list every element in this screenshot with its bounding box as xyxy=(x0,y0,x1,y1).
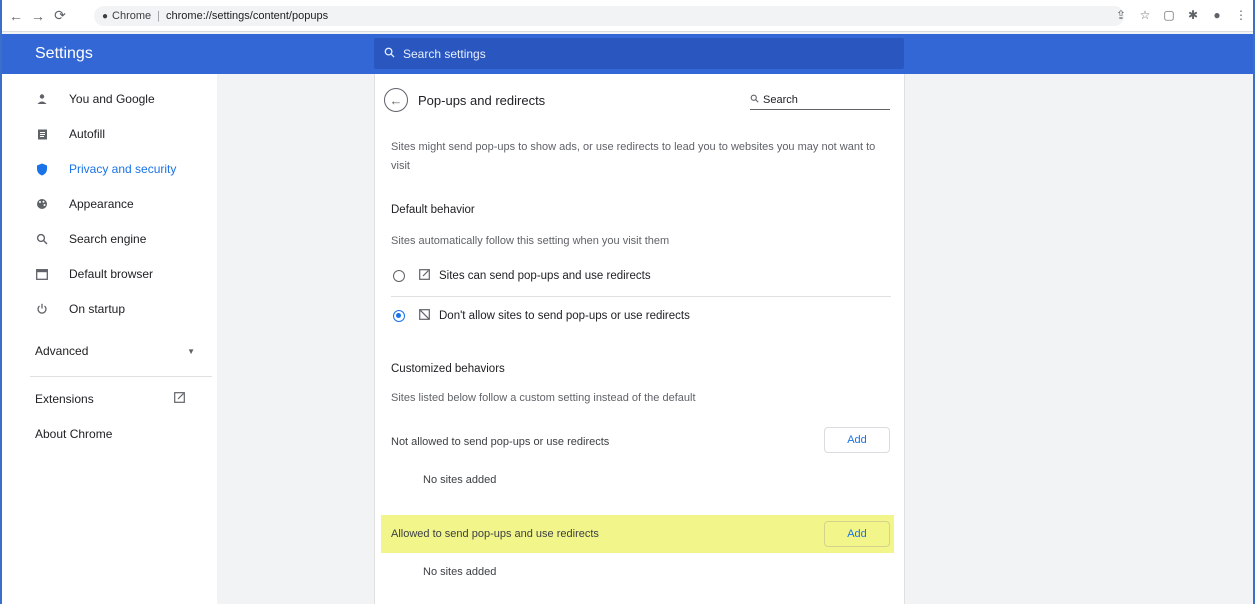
chip-separator: | xyxy=(157,10,161,22)
extensions-label: Extensions xyxy=(35,392,94,406)
allowed-label: Allowed to send pop-ups and use redirect… xyxy=(391,528,599,540)
customized-behaviors-heading: Customized behaviors xyxy=(391,363,505,375)
caret-down-icon: ▼ xyxy=(187,346,195,356)
clipboard-icon xyxy=(35,127,49,141)
settings-header: Settings Search settings xyxy=(2,34,1253,74)
reload-icon[interactable]: ⟳ xyxy=(52,7,68,24)
radio-allow-label: Sites can send pop-ups and use redirects xyxy=(439,270,651,282)
person-icon xyxy=(35,92,49,106)
extension-square-icon[interactable]: ▢ xyxy=(1163,8,1175,22)
back-button[interactable]: ← xyxy=(384,88,408,112)
browser-icon xyxy=(35,267,49,281)
radio-button-checked[interactable] xyxy=(393,310,405,322)
sidebar-item-you-and-google[interactable]: You and Google xyxy=(35,89,205,109)
sidebar-item-appearance[interactable]: Appearance xyxy=(35,194,205,214)
search-icon xyxy=(384,47,395,61)
menu-dots-icon[interactable]: ⋮ xyxy=(1235,8,1247,22)
search-icon xyxy=(750,94,759,106)
power-icon xyxy=(35,302,49,316)
radio-allow-popups[interactable]: Sites can send pop-ups and use redirects xyxy=(391,257,891,295)
puzzle-icon[interactable]: ✱ xyxy=(1187,8,1199,22)
site-chip[interactable]: ● Chrome xyxy=(102,10,151,22)
sidebar-item-default-browser[interactable]: Default browser xyxy=(35,264,205,284)
allowed-highlight: Allowed to send pop-ups and use redirect… xyxy=(381,515,894,553)
add-not-allowed-button[interactable]: Add xyxy=(824,427,890,453)
sidebar-item-label: Search engine xyxy=(69,232,147,246)
popups-settings-card: ← Pop-ups and redirects Search Sites mig… xyxy=(374,74,905,604)
address-bar[interactable]: ● Chrome | chrome://settings/content/pop… xyxy=(94,6,1124,26)
customized-behaviors-desc: Sites listed below follow a custom setti… xyxy=(391,392,696,404)
toolbar-icons: ⇪ ☆ ▢ ✱ ● ⋮ xyxy=(1115,8,1247,22)
not-allowed-label: Not allowed to send pop-ups or use redir… xyxy=(391,436,610,448)
sidebar-item-label: Privacy and security xyxy=(69,162,177,176)
browser-toolbar: ← → ⟳ ● Chrome | chrome://settings/conte… xyxy=(2,0,1253,32)
sidebar-item-label: On startup xyxy=(69,302,126,316)
search-placeholder: Search settings xyxy=(403,46,486,61)
allowed-empty-text: No sites added xyxy=(423,566,497,578)
back-arrow-icon[interactable]: ← xyxy=(8,8,24,24)
profile-icon[interactable]: ● xyxy=(1211,8,1223,22)
chrome-logo-icon: ● xyxy=(102,10,109,22)
sidebar-item-privacy-and-security[interactable]: Privacy and security xyxy=(35,159,205,179)
settings-title: Settings xyxy=(35,45,93,62)
sidebar-item-label: Autofill xyxy=(69,127,106,141)
browser-window: ← → ⟳ ● Chrome | chrome://settings/conte… xyxy=(0,0,1255,604)
sidebar-item-label: You and Google xyxy=(69,92,155,106)
about-label: About Chrome xyxy=(35,427,113,441)
radio-block-label: Don't allow sites to send pop-ups or use… xyxy=(439,310,690,322)
sidebar-item-autofill[interactable]: Autofill xyxy=(35,124,205,144)
settings-search-input[interactable]: Search settings xyxy=(374,38,904,69)
advanced-label: Advanced xyxy=(35,344,89,358)
sidebar-item-on-startup[interactable]: On startup xyxy=(35,299,205,319)
page-search-input[interactable]: Search xyxy=(750,90,890,110)
sidebar-advanced-toggle[interactable]: Advanced ▼ xyxy=(35,341,195,361)
radio-button[interactable] xyxy=(393,270,405,282)
sidebar-item-search-engine[interactable]: Search engine xyxy=(35,229,205,249)
not-allowed-empty-text: No sites added xyxy=(423,474,497,486)
url-text: chrome://settings/content/popups xyxy=(166,10,329,22)
sidebar-item-about-chrome[interactable]: About Chrome xyxy=(35,424,205,444)
intro-text: Sites might send pop-ups to show ads, or… xyxy=(391,141,876,172)
bookmark-star-icon[interactable]: ☆ xyxy=(1139,8,1151,22)
shield-icon xyxy=(35,162,49,176)
open-in-new-icon xyxy=(419,269,433,283)
share-icon[interactable]: ⇪ xyxy=(1115,8,1127,22)
open-in-new-icon xyxy=(174,392,185,406)
page-title: Pop-ups and redirects xyxy=(418,93,546,108)
sidebar-item-extensions[interactable]: Extensions xyxy=(35,389,185,409)
palette-icon xyxy=(35,197,49,211)
sidebar-divider xyxy=(30,376,212,377)
site-chip-label: Chrome xyxy=(112,10,152,22)
sidebar-item-label: Default browser xyxy=(69,267,154,281)
radio-block-popups[interactable]: Don't allow sites to send pop-ups or use… xyxy=(391,297,891,335)
default-behavior-desc: Sites automatically follow this setting … xyxy=(391,235,670,247)
search-icon xyxy=(35,232,49,246)
sidebar-item-label: Appearance xyxy=(69,197,134,211)
add-allowed-button[interactable]: Add xyxy=(824,521,890,547)
page-search-label: Search xyxy=(763,93,798,106)
forward-arrow-icon[interactable]: → xyxy=(30,8,46,24)
popup-blocked-icon xyxy=(419,309,433,323)
sidebar: You and Google Autofill Privacy and secu… xyxy=(2,74,217,604)
back-arrow-icon: ← xyxy=(389,92,403,108)
default-behavior-heading: Default behavior xyxy=(391,204,475,216)
